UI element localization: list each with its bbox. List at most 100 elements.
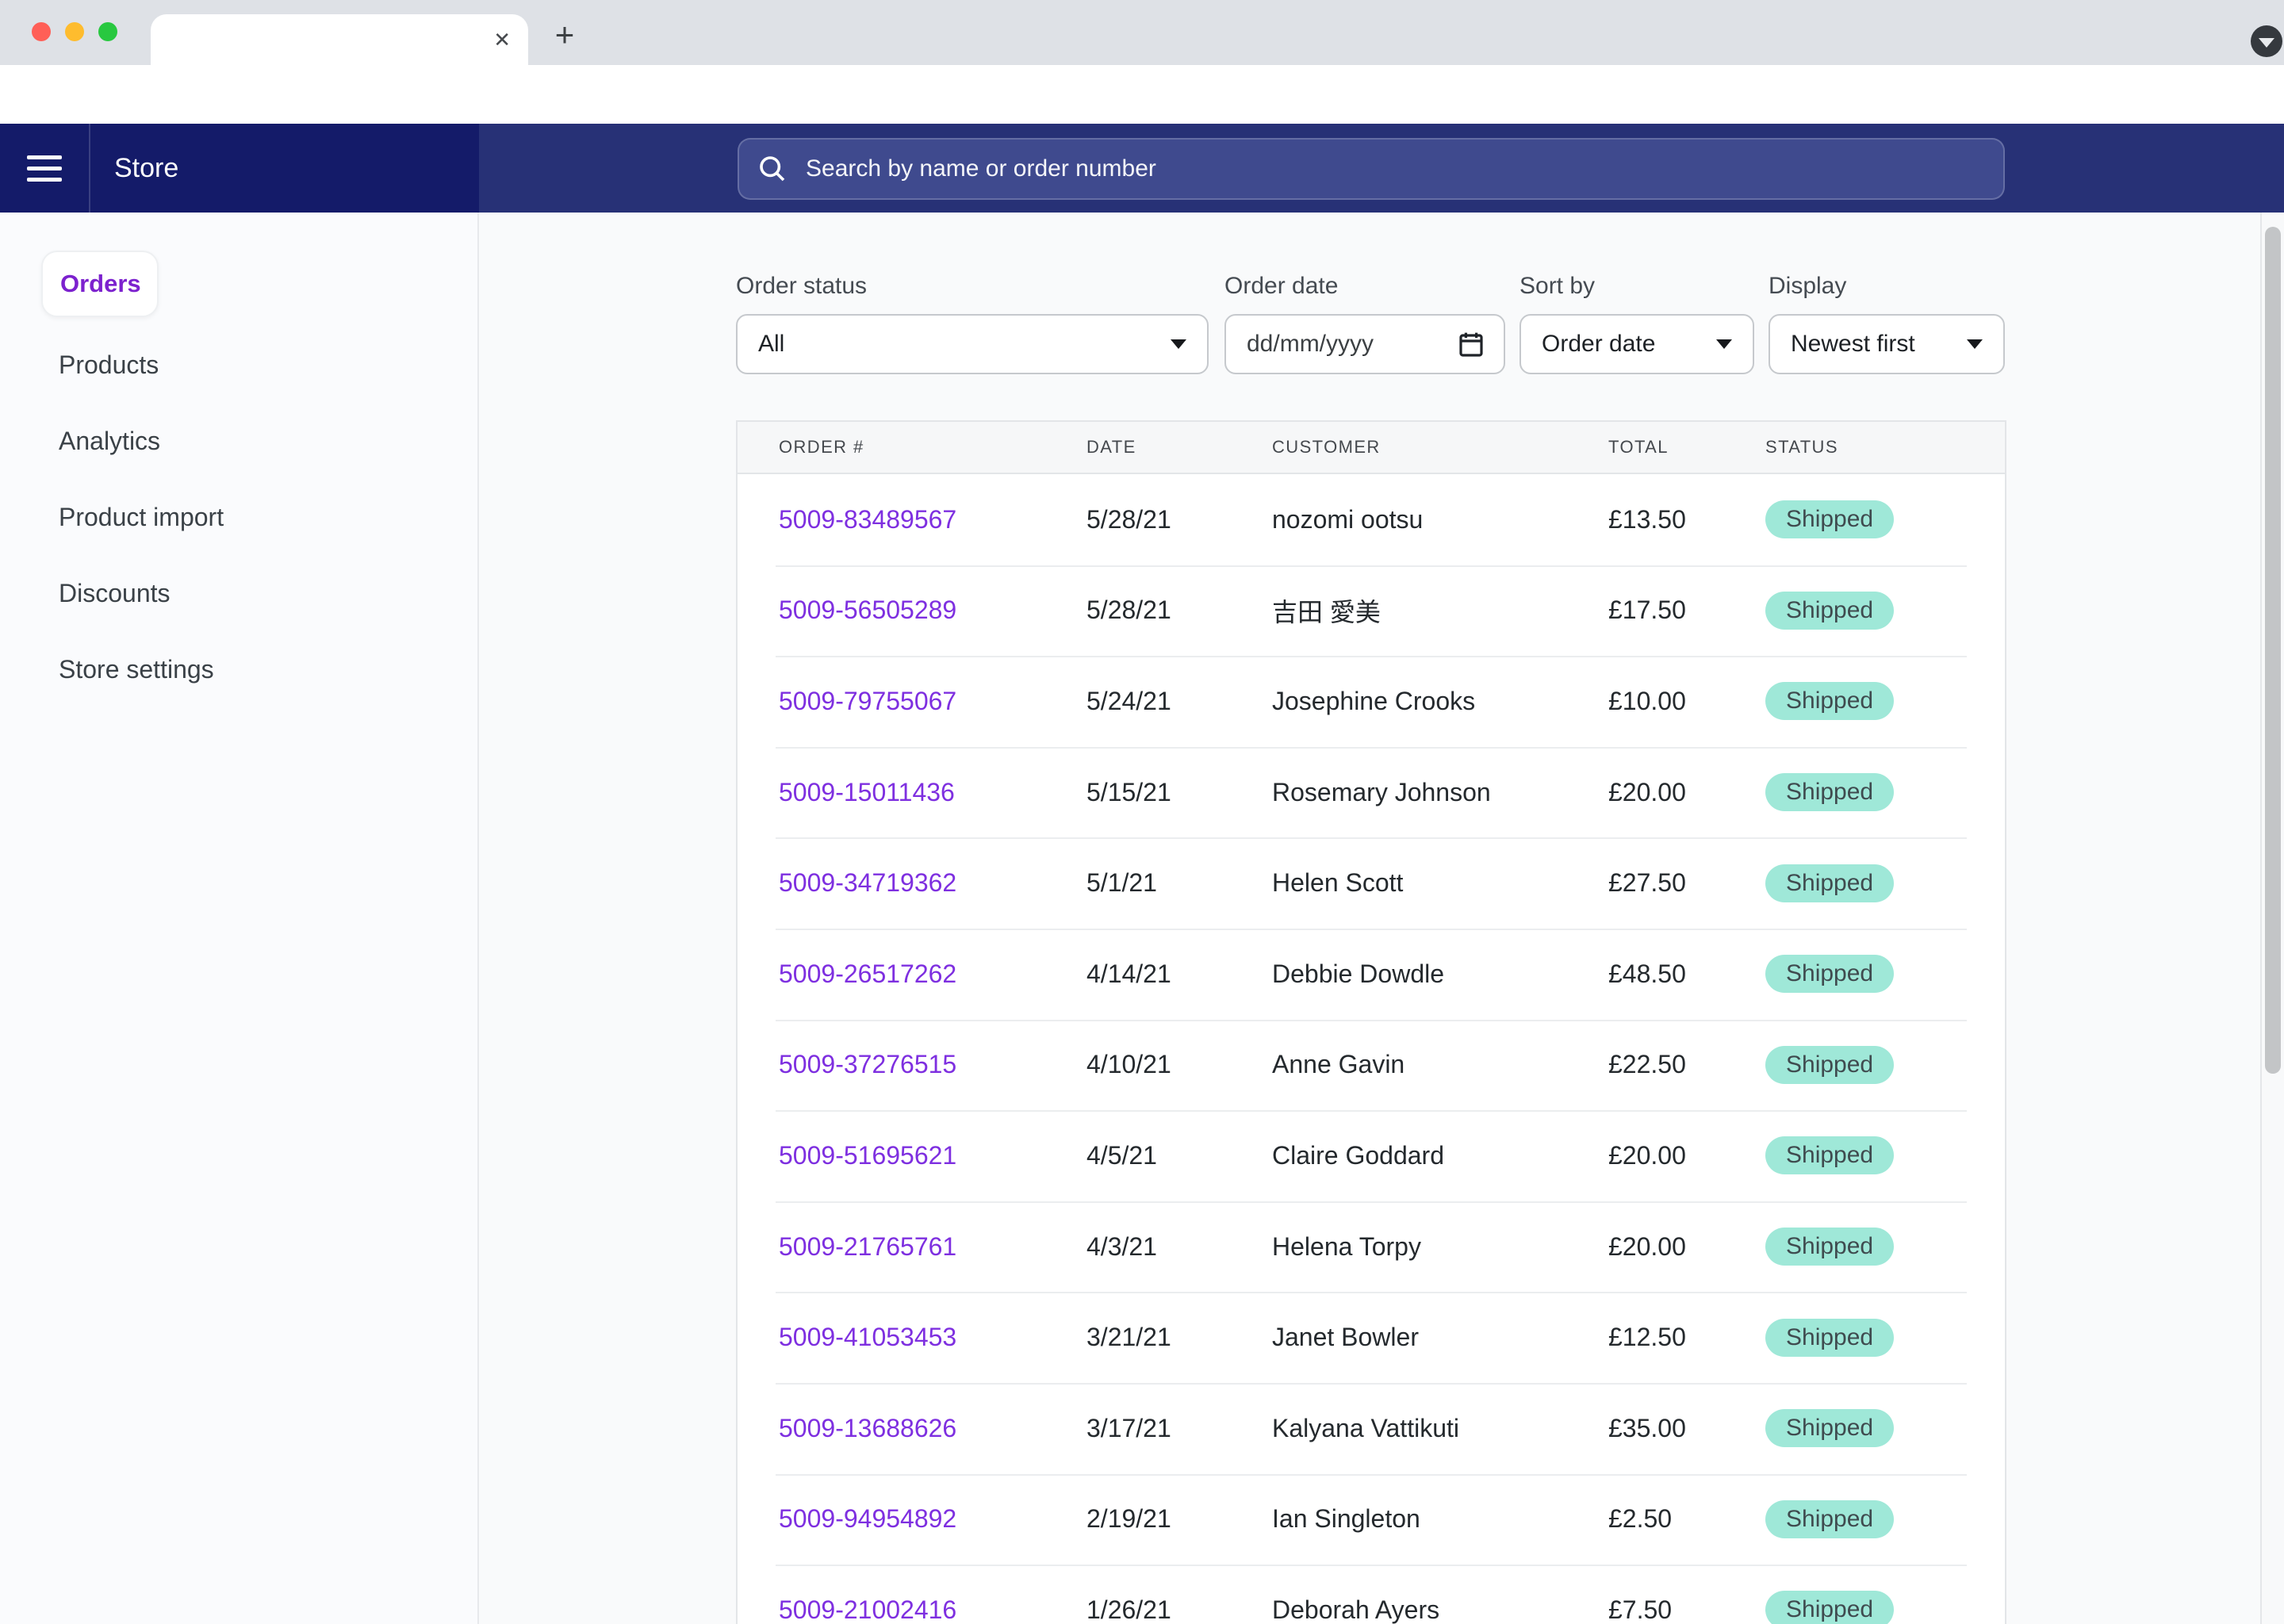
customer-cell: Debbie Dowdle <box>1272 929 1444 1020</box>
order-search[interactable] <box>738 138 2005 200</box>
order-number-link[interactable]: 5009-15011436 <box>779 778 955 807</box>
order-status-select[interactable]: All <box>736 314 1209 374</box>
total-cell: £20.00 <box>1608 1201 1686 1293</box>
order-number-cell: 5009-21002416 <box>779 1565 956 1624</box>
search-input[interactable] <box>803 154 1984 184</box>
chevron-down-icon <box>1967 339 1983 349</box>
status-badge: Shipped <box>1765 1136 1894 1174</box>
tab-close-icon[interactable]: ✕ <box>493 25 511 54</box>
order-number-link[interactable]: 5009-13688626 <box>779 1414 956 1443</box>
status-cell: Shipped <box>1765 474 1894 565</box>
sort-by-select[interactable]: Order date <box>1519 314 1754 374</box>
total-cell: £7.50 <box>1608 1565 1672 1624</box>
table-row: 5009-51695621 4/5/21 Claire Goddard £20.… <box>738 1110 2005 1201</box>
sort-by-value: Order date <box>1542 331 1655 358</box>
table-body: 5009-83489567 5/28/21 nozomi ootsu £13.5… <box>738 474 2005 1624</box>
status-cell: Shipped <box>1765 1474 1894 1565</box>
order-number-cell: 5009-41053453 <box>779 1292 956 1383</box>
total-cell: £20.00 <box>1608 1110 1686 1201</box>
status-badge: Shipped <box>1765 592 1894 630</box>
order-date-input[interactable]: dd/mm/yyyy <box>1224 314 1505 374</box>
order-number-cell: 5009-79755067 <box>779 656 956 747</box>
order-number-link[interactable]: 5009-79755067 <box>779 687 956 716</box>
chevron-down-icon <box>1171 339 1186 349</box>
order-number-cell: 5009-34719362 <box>779 837 956 929</box>
status-cell: Shipped <box>1765 929 1894 1020</box>
status-cell: Shipped <box>1765 1201 1894 1293</box>
order-number-link[interactable]: 5009-21002416 <box>779 1595 956 1624</box>
table-row: 5009-41053453 3/21/21 Janet Bowler £12.5… <box>738 1292 2005 1383</box>
order-number-cell: 5009-83489567 <box>779 474 956 565</box>
order-status-value: All <box>758 331 784 358</box>
customer-cell: Josephine Crooks <box>1272 656 1475 747</box>
order-date-cell: 1/26/21 <box>1086 1565 1171 1624</box>
sidebar-item-label: Orders <box>60 270 141 298</box>
column-header-order: ORDER # <box>779 422 864 473</box>
table-row: 5009-56505289 5/28/21 吉田 愛美 £17.50 Shipp… <box>738 565 2005 657</box>
display-value: Newest first <box>1791 331 1915 358</box>
browser-tab[interactable]: ✕ <box>151 14 528 65</box>
order-number-link[interactable]: 5009-26517262 <box>779 959 956 989</box>
order-date-cell: 4/5/21 <box>1086 1110 1157 1201</box>
table-row: 5009-13688626 3/17/21 Kalyana Vattikuti … <box>738 1383 2005 1474</box>
sidebar-item-product-import[interactable]: Product import <box>59 501 224 533</box>
minimize-window-button[interactable] <box>65 22 84 41</box>
display-select[interactable]: Newest first <box>1769 314 2005 374</box>
scrollbar-thumb[interactable] <box>2265 227 2281 1074</box>
order-number-link[interactable]: 5009-41053453 <box>779 1323 956 1352</box>
table-row: 5009-94954892 2/19/21 Ian Singleton £2.5… <box>738 1474 2005 1565</box>
order-number-link[interactable]: 5009-94954892 <box>779 1504 956 1534</box>
order-number-link[interactable]: 5009-34719362 <box>779 868 956 898</box>
total-cell: £48.50 <box>1608 929 1686 1020</box>
customer-cell: Claire Goddard <box>1272 1110 1444 1201</box>
status-badge: Shipped <box>1765 955 1894 993</box>
order-number-link[interactable]: 5009-21765761 <box>779 1232 956 1262</box>
status-badge: Shipped <box>1765 500 1894 538</box>
order-date-cell: 2/19/21 <box>1086 1474 1171 1565</box>
column-header-customer: CUSTOMER <box>1272 422 1381 473</box>
total-cell: £13.50 <box>1608 474 1686 565</box>
customer-cell: Deborah Ayers <box>1272 1565 1439 1624</box>
total-cell: £10.00 <box>1608 656 1686 747</box>
total-cell: £12.50 <box>1608 1292 1686 1383</box>
total-cell: £22.50 <box>1608 1020 1686 1111</box>
browser-tab-strip: ✕ + <box>0 0 2284 65</box>
hamburger-menu-icon[interactable] <box>27 155 62 189</box>
close-window-button[interactable] <box>32 22 51 41</box>
order-number-link[interactable]: 5009-56505289 <box>779 596 956 625</box>
sidebar-item-discounts[interactable]: Discounts <box>59 577 171 609</box>
status-badge: Shipped <box>1765 864 1894 902</box>
page-title: Store <box>114 152 178 184</box>
order-date-cell: 5/24/21 <box>1086 656 1171 747</box>
column-header-status: STATUS <box>1765 422 1838 473</box>
order-date-cell: 3/21/21 <box>1086 1292 1171 1383</box>
order-number-link[interactable]: 5009-51695621 <box>779 1141 956 1170</box>
sidebar-item-analytics[interactable]: Analytics <box>59 425 160 457</box>
calendar-icon[interactable] <box>1459 331 1483 357</box>
maximize-window-button[interactable] <box>98 22 117 41</box>
sidebar-item-store-settings[interactable]: Store settings <box>59 653 214 685</box>
order-number-cell: 5009-56505289 <box>779 565 956 657</box>
status-cell: Shipped <box>1765 1110 1894 1201</box>
order-number-cell: 5009-26517262 <box>779 929 956 1020</box>
new-tab-button[interactable]: + <box>549 19 581 51</box>
customer-cell: Rosemary Johnson <box>1272 747 1491 838</box>
status-cell: Shipped <box>1765 837 1894 929</box>
scrollbar-track[interactable] <box>2260 213 2284 1624</box>
order-number-link[interactable]: 5009-83489567 <box>779 505 956 534</box>
order-number-cell: 5009-13688626 <box>779 1383 956 1474</box>
status-cell: Shipped <box>1765 1020 1894 1111</box>
table-header: ORDER # DATE CUSTOMER TOTAL STATUS <box>738 422 2005 474</box>
search-icon <box>758 155 787 183</box>
sidebar-item-products[interactable]: Products <box>59 349 159 381</box>
order-date-label: Order date <box>1224 273 1338 300</box>
status-cell: Shipped <box>1765 656 1894 747</box>
sort-by-label: Sort by <box>1519 273 1595 300</box>
status-badge: Shipped <box>1765 682 1894 720</box>
table-row: 5009-21002416 1/26/21 Deborah Ayers £7.5… <box>738 1565 2005 1624</box>
app-header-left <box>0 124 479 213</box>
browser-profile-chevron-icon[interactable] <box>2251 25 2282 57</box>
sidebar-item-orders[interactable]: Orders <box>41 251 159 317</box>
order-number-link[interactable]: 5009-37276515 <box>779 1050 956 1079</box>
column-header-date: DATE <box>1086 422 1136 473</box>
